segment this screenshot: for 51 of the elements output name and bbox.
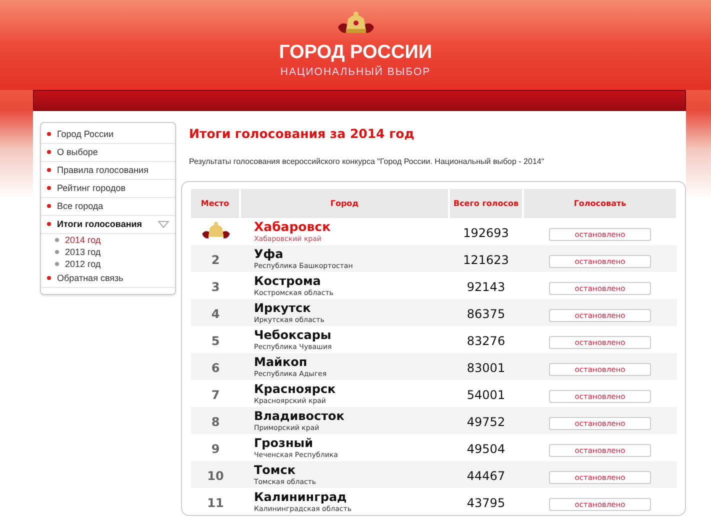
- city-name[interactable]: Красноярск: [254, 382, 449, 396]
- place-number: 9: [211, 442, 220, 456]
- sidebar-item[interactable]: Все города: [41, 198, 175, 216]
- sidebar-item[interactable]: Итоги голосования: [41, 216, 175, 234]
- city-name[interactable]: Хабаровск: [254, 220, 449, 234]
- place-number: 10: [207, 469, 224, 483]
- sidebar-subitem[interactable]: 2014 год: [41, 234, 175, 246]
- vote-count: 83276: [466, 334, 506, 348]
- city-name[interactable]: Чебоксары: [254, 328, 449, 342]
- vote-count: 43795: [466, 496, 506, 510]
- intro-text: Результаты голосования всероссийского конкурса "Город России. Национальный выбор - 2014": [189, 157, 546, 166]
- vote-count: 49504: [466, 442, 506, 456]
- vote-count: 121623: [463, 253, 509, 267]
- place-number: 7: [211, 388, 220, 402]
- vote-count: 92143: [466, 280, 506, 294]
- sidebar-item[interactable]: Правила голосования: [41, 162, 175, 180]
- place-number: 8: [211, 415, 220, 429]
- city-name[interactable]: Калининград: [254, 490, 449, 504]
- vote-count: 83001: [466, 361, 506, 375]
- city-name[interactable]: Грозный: [254, 436, 449, 450]
- city-name[interactable]: Майкоп: [254, 354, 449, 368]
- column-header: Всего голосов: [449, 189, 523, 218]
- sidebar-item[interactable]: Обратная связь: [41, 270, 175, 288]
- place-number: 2: [211, 253, 220, 267]
- place-number: 4: [211, 307, 220, 321]
- column-header: Город: [240, 189, 449, 218]
- vote-count: 49752: [466, 415, 506, 429]
- sidebar-item[interactable]: О выборе: [41, 144, 175, 162]
- vote-count: 54001: [466, 388, 506, 402]
- city-name[interactable]: Уфа: [254, 246, 449, 260]
- sidebar-item[interactable]: Город России: [41, 126, 175, 144]
- column-header: Место: [191, 189, 240, 218]
- place-number: 11: [207, 496, 224, 510]
- place-number: 3: [211, 280, 220, 294]
- city-name[interactable]: Иркутск: [254, 300, 449, 314]
- sidebar-subitem[interactable]: 2013 год: [41, 246, 175, 258]
- site-title: ГОРОД РОССИИ: [278, 43, 432, 63]
- vote-count: 44467: [466, 469, 506, 483]
- place-number: 6: [211, 361, 220, 375]
- city-name[interactable]: Кострома: [254, 274, 449, 288]
- sidebar-item[interactable]: Рейтинг городов: [41, 180, 175, 198]
- crown-icon: [200, 220, 232, 240]
- city-name[interactable]: Томск: [254, 462, 449, 476]
- page-heading: Итоги голосования за 2014 год: [189, 126, 416, 141]
- vote-count: 86375: [466, 307, 506, 321]
- vote-count: 192693: [463, 226, 509, 240]
- place-number: 5: [211, 334, 220, 348]
- column-header: Голосовать: [523, 189, 677, 218]
- site-subtitle: НАЦИОНАЛЬНЫЙ ВЫБОР: [280, 66, 431, 78]
- city-name[interactable]: Владивосток: [254, 408, 449, 422]
- sidebar-subitem[interactable]: 2012 год: [41, 258, 175, 270]
